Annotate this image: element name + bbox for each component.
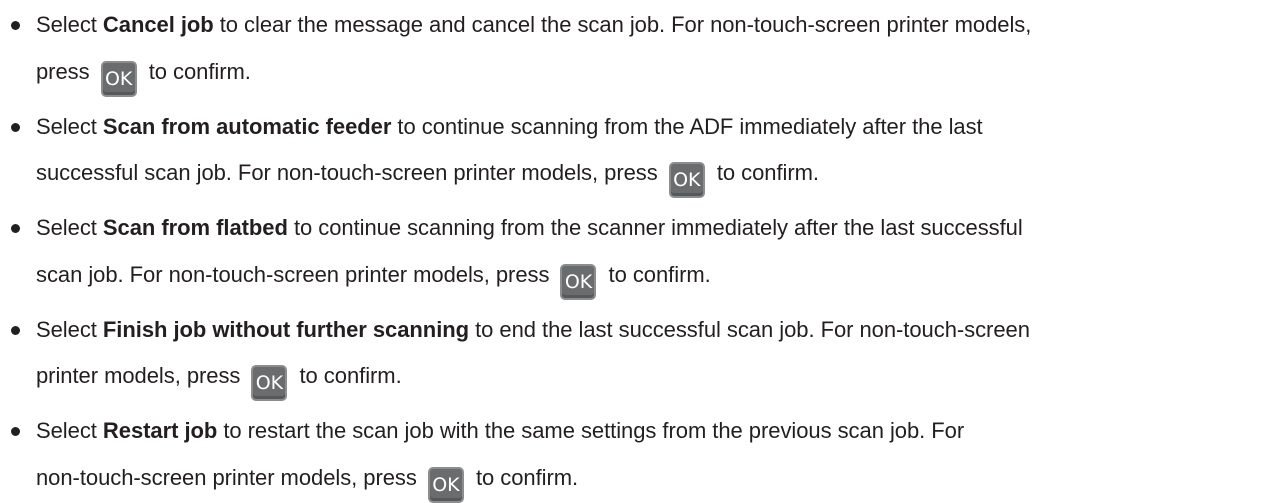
bullet-icon [11, 224, 20, 233]
item-text: Select [36, 316, 103, 342]
item-text: successful scan job. For non-touch-scree… [36, 160, 658, 185]
option-name: Scan from flatbed [102, 215, 288, 240]
item-line-1: Select Scan from automatic feeder to con… [36, 104, 1285, 151]
item-text: to confirm. [475, 464, 579, 490]
item-line-2: non-touch-screen printer models, press O… [36, 455, 1285, 503]
item-text: to clear the message and cancel the scan… [213, 12, 1032, 37]
list-item-restart-job: Select Restart job to restart the scan j… [0, 408, 1285, 503]
item-text: to confirm. [299, 363, 402, 388]
list-item-cancel-job: Select Cancel job to clear the message a… [0, 2, 1285, 97]
item-text: press [36, 58, 90, 84]
item-line-2: printer models, press OK to confirm. [36, 353, 1285, 401]
option-name: Finish job without further scanning [102, 316, 470, 342]
item-text: to confirm. [716, 160, 819, 185]
item-text: Select [36, 12, 103, 37]
item-text: printer models, press [36, 363, 241, 388]
list-item-finish-job: Select Finish job without further scanni… [0, 307, 1285, 401]
item-line-2: scan job. For non-touch-screen printer m… [36, 252, 1285, 300]
item-text: Select [36, 113, 103, 139]
item-text: to continue scanning from the scanner im… [287, 215, 1023, 240]
item-text: to restart the scan job with the same se… [217, 418, 965, 443]
ok-button-icon: OK [668, 162, 705, 198]
option-list: Select Cancel job to clear the message a… [0, 2, 1285, 503]
item-text: to confirm. [148, 58, 251, 84]
item-text: to continue scanning from the ADF immedi… [391, 113, 983, 139]
ok-button-icon: OK [560, 263, 597, 300]
item-line-2: press OK to confirm. [36, 49, 1285, 97]
list-item-scan-from-adf: Select Scan from automatic feeder to con… [0, 104, 1285, 198]
option-name: Scan from automatic feeder [102, 113, 392, 139]
ok-button-icon: OK [427, 466, 464, 503]
item-line-1: Select Scan from flatbed to continue sca… [36, 205, 1285, 252]
bullet-icon [11, 427, 20, 436]
ok-button-icon: OK [100, 60, 137, 97]
bullet-icon [11, 122, 20, 132]
item-line-2: successful scan job. For non-touch-scree… [36, 150, 1285, 198]
item-text: scan job. For non-touch-screen printer m… [36, 261, 550, 287]
item-line-1: Select Finish job without further scanni… [36, 307, 1285, 354]
item-text: Select [36, 215, 103, 240]
ok-button-icon: OK [251, 365, 288, 401]
bullet-icon [11, 325, 20, 335]
item-line-1: Select Cancel job to clear the message a… [36, 2, 1285, 49]
item-text: non-touch-screen printer models, press [36, 464, 417, 490]
bullet-icon [11, 21, 20, 30]
item-text: Select [36, 418, 103, 443]
item-text: to confirm. [608, 261, 711, 287]
document-page: Select Cancel job to clear the message a… [0, 0, 1285, 503]
option-name: Restart job [102, 418, 218, 443]
list-item-scan-from-flatbed: Select Scan from flatbed to continue sca… [0, 205, 1285, 300]
item-line-1: Select Restart job to restart the scan j… [36, 408, 1285, 455]
option-name: Cancel job [102, 12, 214, 37]
item-text: to end the last successful scan job. For… [469, 316, 1030, 342]
